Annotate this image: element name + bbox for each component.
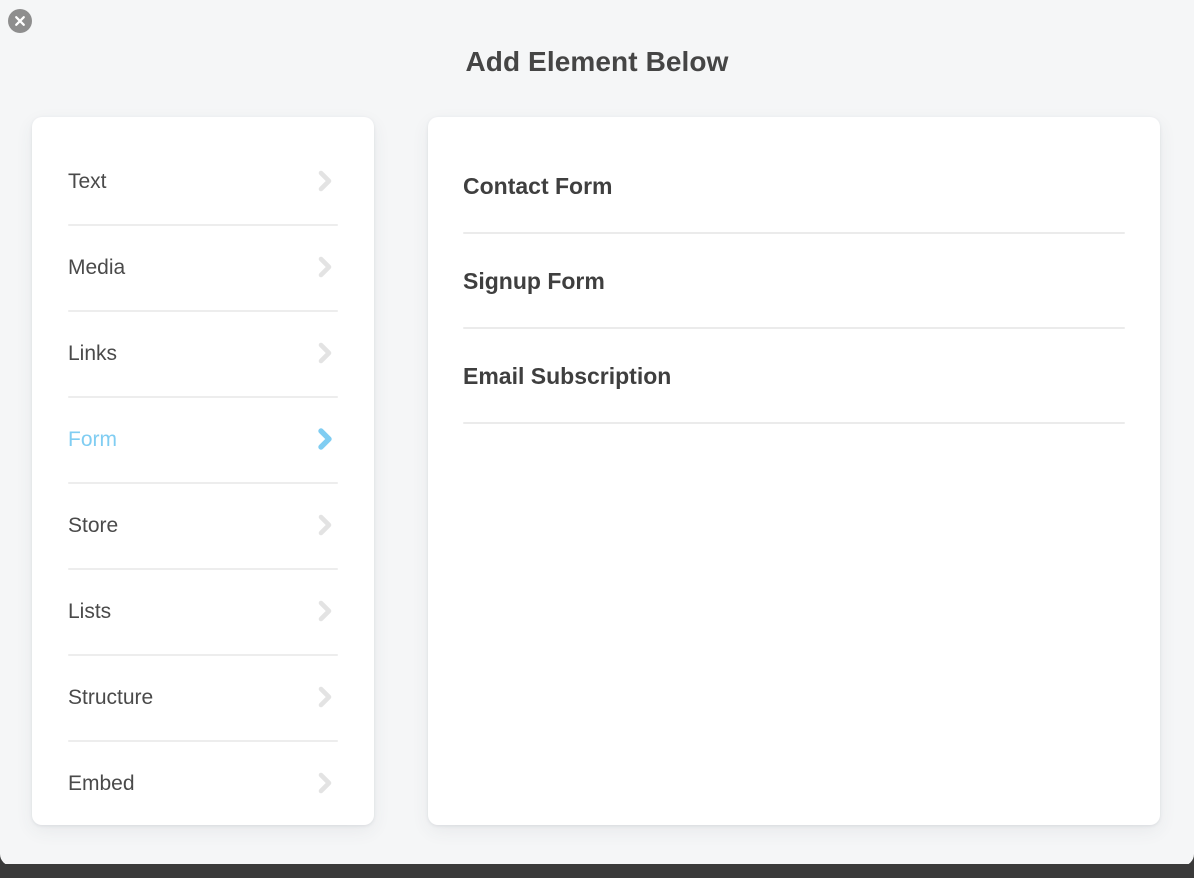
chevron-right-icon [318, 428, 332, 450]
category-item-label: Lists [68, 599, 112, 623]
category-panel: Text Media Links Form Store Lists Struct… [32, 117, 374, 825]
option-item-label: Signup Form [463, 268, 605, 294]
option-item-label: Email Subscription [463, 363, 672, 389]
chevron-right-icon [318, 256, 332, 278]
category-item-label: Store [68, 513, 119, 537]
category-item-links[interactable]: Links [68, 310, 338, 396]
category-item-lists[interactable]: Lists [68, 568, 338, 654]
close-x-icon [15, 16, 25, 26]
category-item-form[interactable]: Form [68, 396, 338, 482]
chevron-right-icon [318, 170, 332, 192]
category-item-text[interactable]: Text [68, 138, 338, 224]
option-item-contact-form[interactable]: Contact Form [463, 139, 1125, 234]
chevron-right-icon [318, 686, 332, 708]
category-item-embed[interactable]: Embed [68, 740, 338, 826]
category-item-label: Embed [68, 771, 135, 795]
category-item-label: Form [68, 427, 117, 451]
category-item-label: Media [68, 255, 126, 279]
options-panel: Contact Form Signup Form Email Subscript… [428, 117, 1160, 825]
add-element-modal: Add Element Below Text Media Links Form … [0, 0, 1194, 866]
category-item-media[interactable]: Media [68, 224, 338, 310]
close-button[interactable] [8, 9, 32, 33]
options-list: Contact Form Signup Form Email Subscript… [463, 139, 1125, 424]
chevron-right-icon [318, 600, 332, 622]
screen: Add Element Below Text Media Links Form … [0, 0, 1194, 878]
category-list: Text Media Links Form Store Lists Struct… [68, 138, 338, 826]
chevron-right-icon [318, 342, 332, 364]
chevron-right-icon [318, 514, 332, 536]
chevron-right-icon [318, 772, 332, 794]
option-item-label: Contact Form [463, 173, 613, 199]
category-item-label: Links [68, 341, 118, 365]
option-item-signup-form[interactable]: Signup Form [463, 234, 1125, 329]
category-item-label: Structure [68, 685, 154, 709]
option-item-email-subscription[interactable]: Email Subscription [463, 329, 1125, 424]
category-item-store[interactable]: Store [68, 482, 338, 568]
category-item-structure[interactable]: Structure [68, 654, 338, 740]
bottom-bar [0, 864, 1194, 878]
page-title: Add Element Below [465, 46, 729, 77]
category-item-label: Text [68, 169, 107, 193]
